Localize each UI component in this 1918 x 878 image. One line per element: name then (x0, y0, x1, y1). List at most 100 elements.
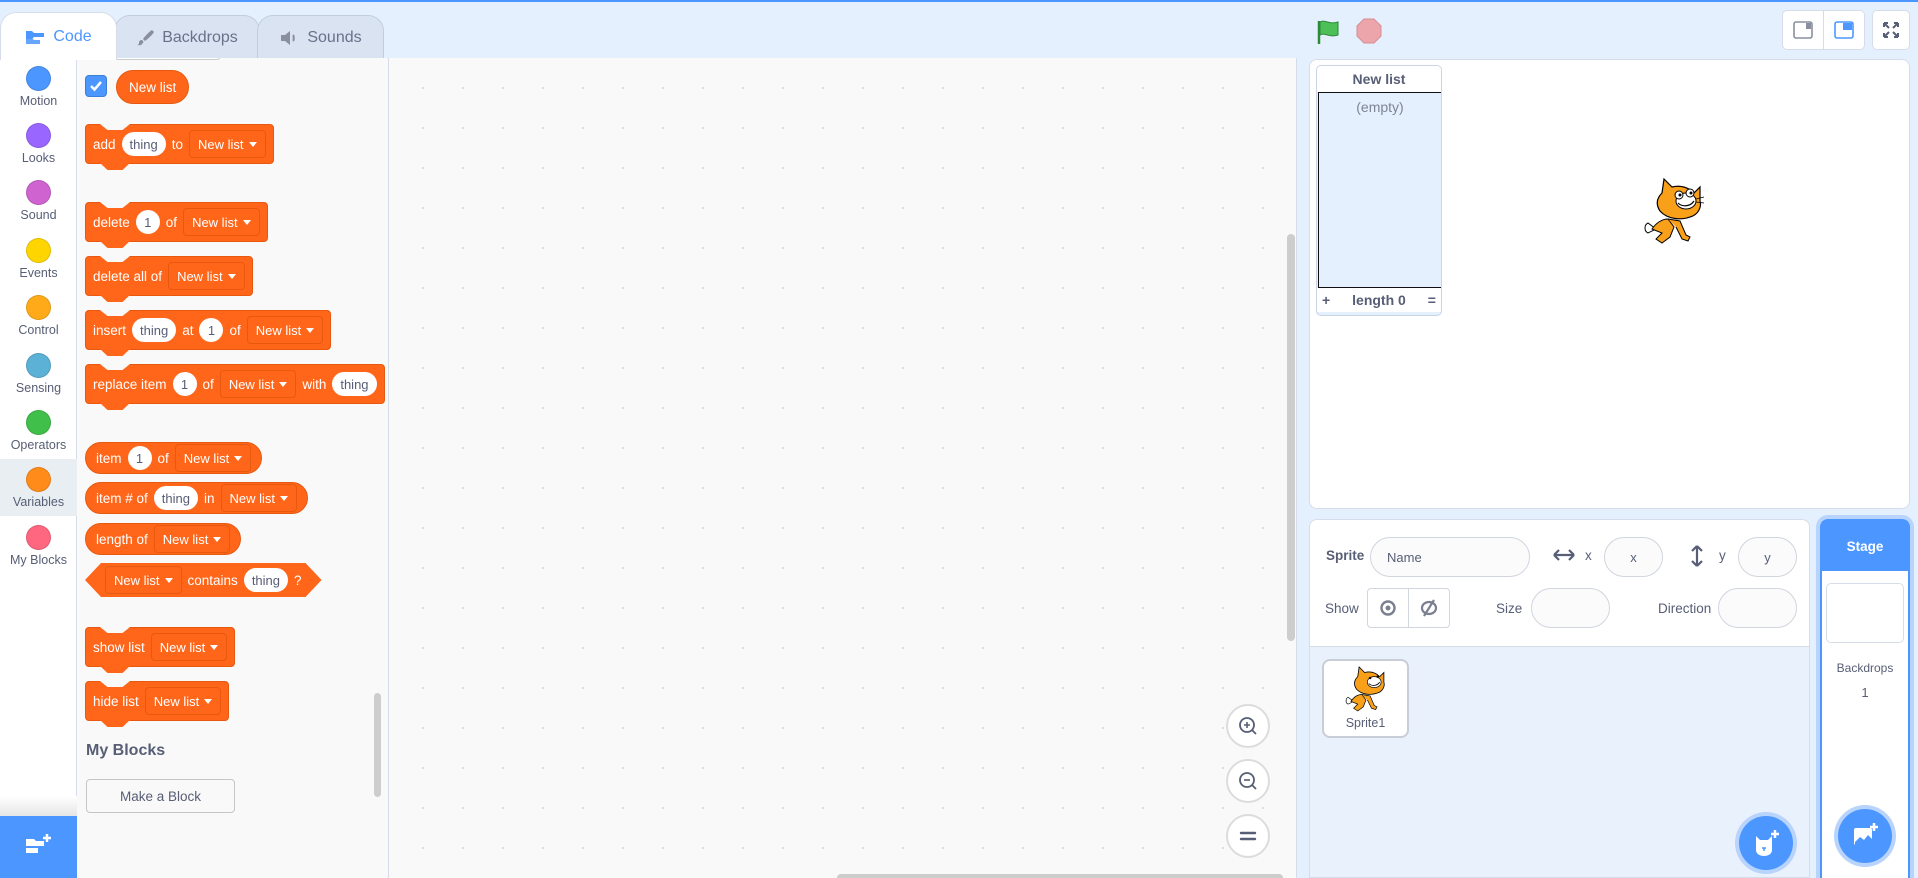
list-monitor[interactable]: New list (empty) + length 0 = (1316, 65, 1442, 316)
list-dropdown[interactable]: New list (183, 208, 260, 236)
add-extension-icon (24, 833, 54, 862)
list-dropdown[interactable]: New list (219, 370, 297, 398)
small-stage-button[interactable] (1782, 10, 1824, 50)
sprite-tile[interactable]: Sprite1 (1322, 659, 1409, 738)
list-dropdown[interactable]: New list (246, 316, 324, 344)
cat-sprite-icon (1644, 177, 1705, 244)
zoom-in-button[interactable] (1226, 704, 1270, 748)
choose-backdrop-button[interactable] (1834, 805, 1896, 867)
tab-sounds[interactable]: Sounds (257, 15, 384, 60)
palette-scrollbar[interactable] (374, 693, 381, 797)
item-input[interactable]: thing (153, 486, 198, 510)
caret-down-icon (234, 455, 243, 461)
cat-sprite-on-stage[interactable] (1642, 177, 1706, 250)
show-list-block[interactable]: show list New list (85, 627, 236, 667)
green-flag-button[interactable] (1315, 18, 1343, 51)
y-position-input[interactable]: y (1738, 537, 1797, 577)
index-input[interactable]: 1 (127, 446, 152, 470)
list-dropdown[interactable]: New list (168, 262, 245, 290)
index-input[interactable]: 1 (172, 372, 197, 396)
my-blocks-dot-icon (26, 525, 51, 550)
list-dropdown-label: New list (159, 639, 206, 655)
size-input[interactable] (1531, 588, 1610, 628)
list-reporter-block[interactable]: New list (116, 70, 190, 104)
add-extension-button[interactable] (0, 816, 77, 878)
list-dropdown[interactable]: New list (174, 444, 252, 472)
list-dropdown-label: New list (229, 490, 276, 506)
block-text: of (202, 376, 214, 392)
brush-icon (136, 29, 155, 47)
item-input[interactable]: thing (132, 318, 177, 342)
category-label: Sensing (15, 381, 62, 395)
hide-list-block[interactable]: hide list New list (85, 681, 230, 721)
list-resize-handle[interactable]: = (1428, 292, 1436, 308)
stage-thumbnail[interactable] (1826, 583, 1904, 643)
script-area[interactable] (389, 58, 1297, 878)
index-input[interactable]: 1 (199, 318, 224, 342)
choose-sprite-button[interactable] (1735, 812, 1797, 874)
block-text: contains (187, 572, 238, 588)
zoom-out-button[interactable] (1226, 759, 1270, 803)
list-length-label: length 0 (1352, 292, 1406, 308)
list-contains-boolean[interactable]: New list contains thing ? (85, 563, 322, 597)
list-add-item-button[interactable]: + (1322, 292, 1330, 308)
stop-button[interactable] (1356, 18, 1382, 49)
script-horizontal-scrollbar[interactable] (837, 874, 1283, 878)
item-input[interactable]: thing (332, 372, 377, 396)
normal-stage-button[interactable] (1823, 10, 1865, 50)
hide-sprite-button[interactable] (1408, 589, 1449, 627)
category-label: Looks (21, 151, 56, 165)
item-number-of-reporter[interactable]: item # of thing in New list (85, 482, 309, 514)
category-sensing[interactable]: Sensing (0, 345, 77, 402)
delete-of-list-block[interactable]: delete 1 of New list (85, 202, 268, 242)
length-of-list-reporter[interactable]: length of New list (85, 523, 242, 555)
tab-backdrops[interactable]: Backdrops (114, 15, 260, 60)
category-my-blocks[interactable]: My Blocks (0, 517, 77, 574)
x-position-input[interactable]: x (1604, 537, 1663, 577)
category-menu: Motion Looks Sound Events Control Sensin… (0, 58, 77, 816)
caret-down-icon (242, 219, 251, 225)
category-operators[interactable]: Operators (0, 402, 77, 459)
insert-at-list-block[interactable]: insert thing at 1 of New list (85, 310, 332, 350)
code-icon (25, 29, 45, 45)
list-dropdown[interactable]: New list (189, 130, 266, 158)
sprite-list: Sprite1 (1309, 646, 1810, 878)
add-to-list-block[interactable]: add thing to New list (85, 124, 274, 164)
caret-down-icon (279, 381, 288, 387)
category-label: Motion (19, 94, 58, 108)
list-monitor-checkbox[interactable] (85, 75, 107, 97)
list-dropdown[interactable]: New list (220, 484, 298, 512)
eye-icon (1380, 600, 1396, 616)
tab-code[interactable]: Code (0, 12, 117, 60)
index-input[interactable]: 1 (135, 210, 160, 234)
stage-canvas[interactable]: New list (empty) + length 0 = (1309, 59, 1910, 509)
fullscreen-button[interactable] (1872, 10, 1910, 50)
item-input[interactable]: thing (121, 132, 166, 156)
delete-all-of-list-block[interactable]: delete all of New list (85, 256, 253, 296)
zoom-reset-button[interactable] (1226, 814, 1270, 858)
block-text: add (93, 136, 116, 152)
category-looks[interactable]: Looks (0, 115, 77, 172)
category-control[interactable]: Control (0, 287, 77, 344)
show-sprite-button[interactable] (1368, 589, 1408, 627)
script-vertical-scrollbar[interactable] (1287, 234, 1295, 641)
list-dropdown[interactable]: New list (105, 566, 182, 594)
category-motion[interactable]: Motion (0, 58, 77, 115)
category-events[interactable]: Events (0, 230, 77, 287)
item-input[interactable]: thing (244, 568, 288, 592)
category-sound[interactable]: Sound (0, 172, 77, 229)
replace-item-block[interactable]: replace item 1 of New list with thing (85, 364, 385, 404)
list-dropdown[interactable]: New list (144, 687, 222, 715)
list-dropdown[interactable]: New list (150, 633, 228, 661)
item-of-list-reporter[interactable]: item 1 of New list (85, 442, 263, 474)
sprite-name-input[interactable]: Name (1370, 537, 1530, 577)
category-variables[interactable]: Variables (0, 459, 77, 516)
list-empty-text: (empty) (1356, 99, 1404, 115)
caret-down-icon (213, 536, 222, 542)
my-blocks-heading: My Blocks (86, 742, 166, 759)
direction-input[interactable] (1718, 588, 1797, 628)
list-dropdown[interactable]: New list (153, 525, 231, 553)
make-a-block-button[interactable]: Make a Block (86, 779, 235, 813)
caret-down-icon (165, 578, 173, 583)
block-text: of (229, 322, 241, 338)
